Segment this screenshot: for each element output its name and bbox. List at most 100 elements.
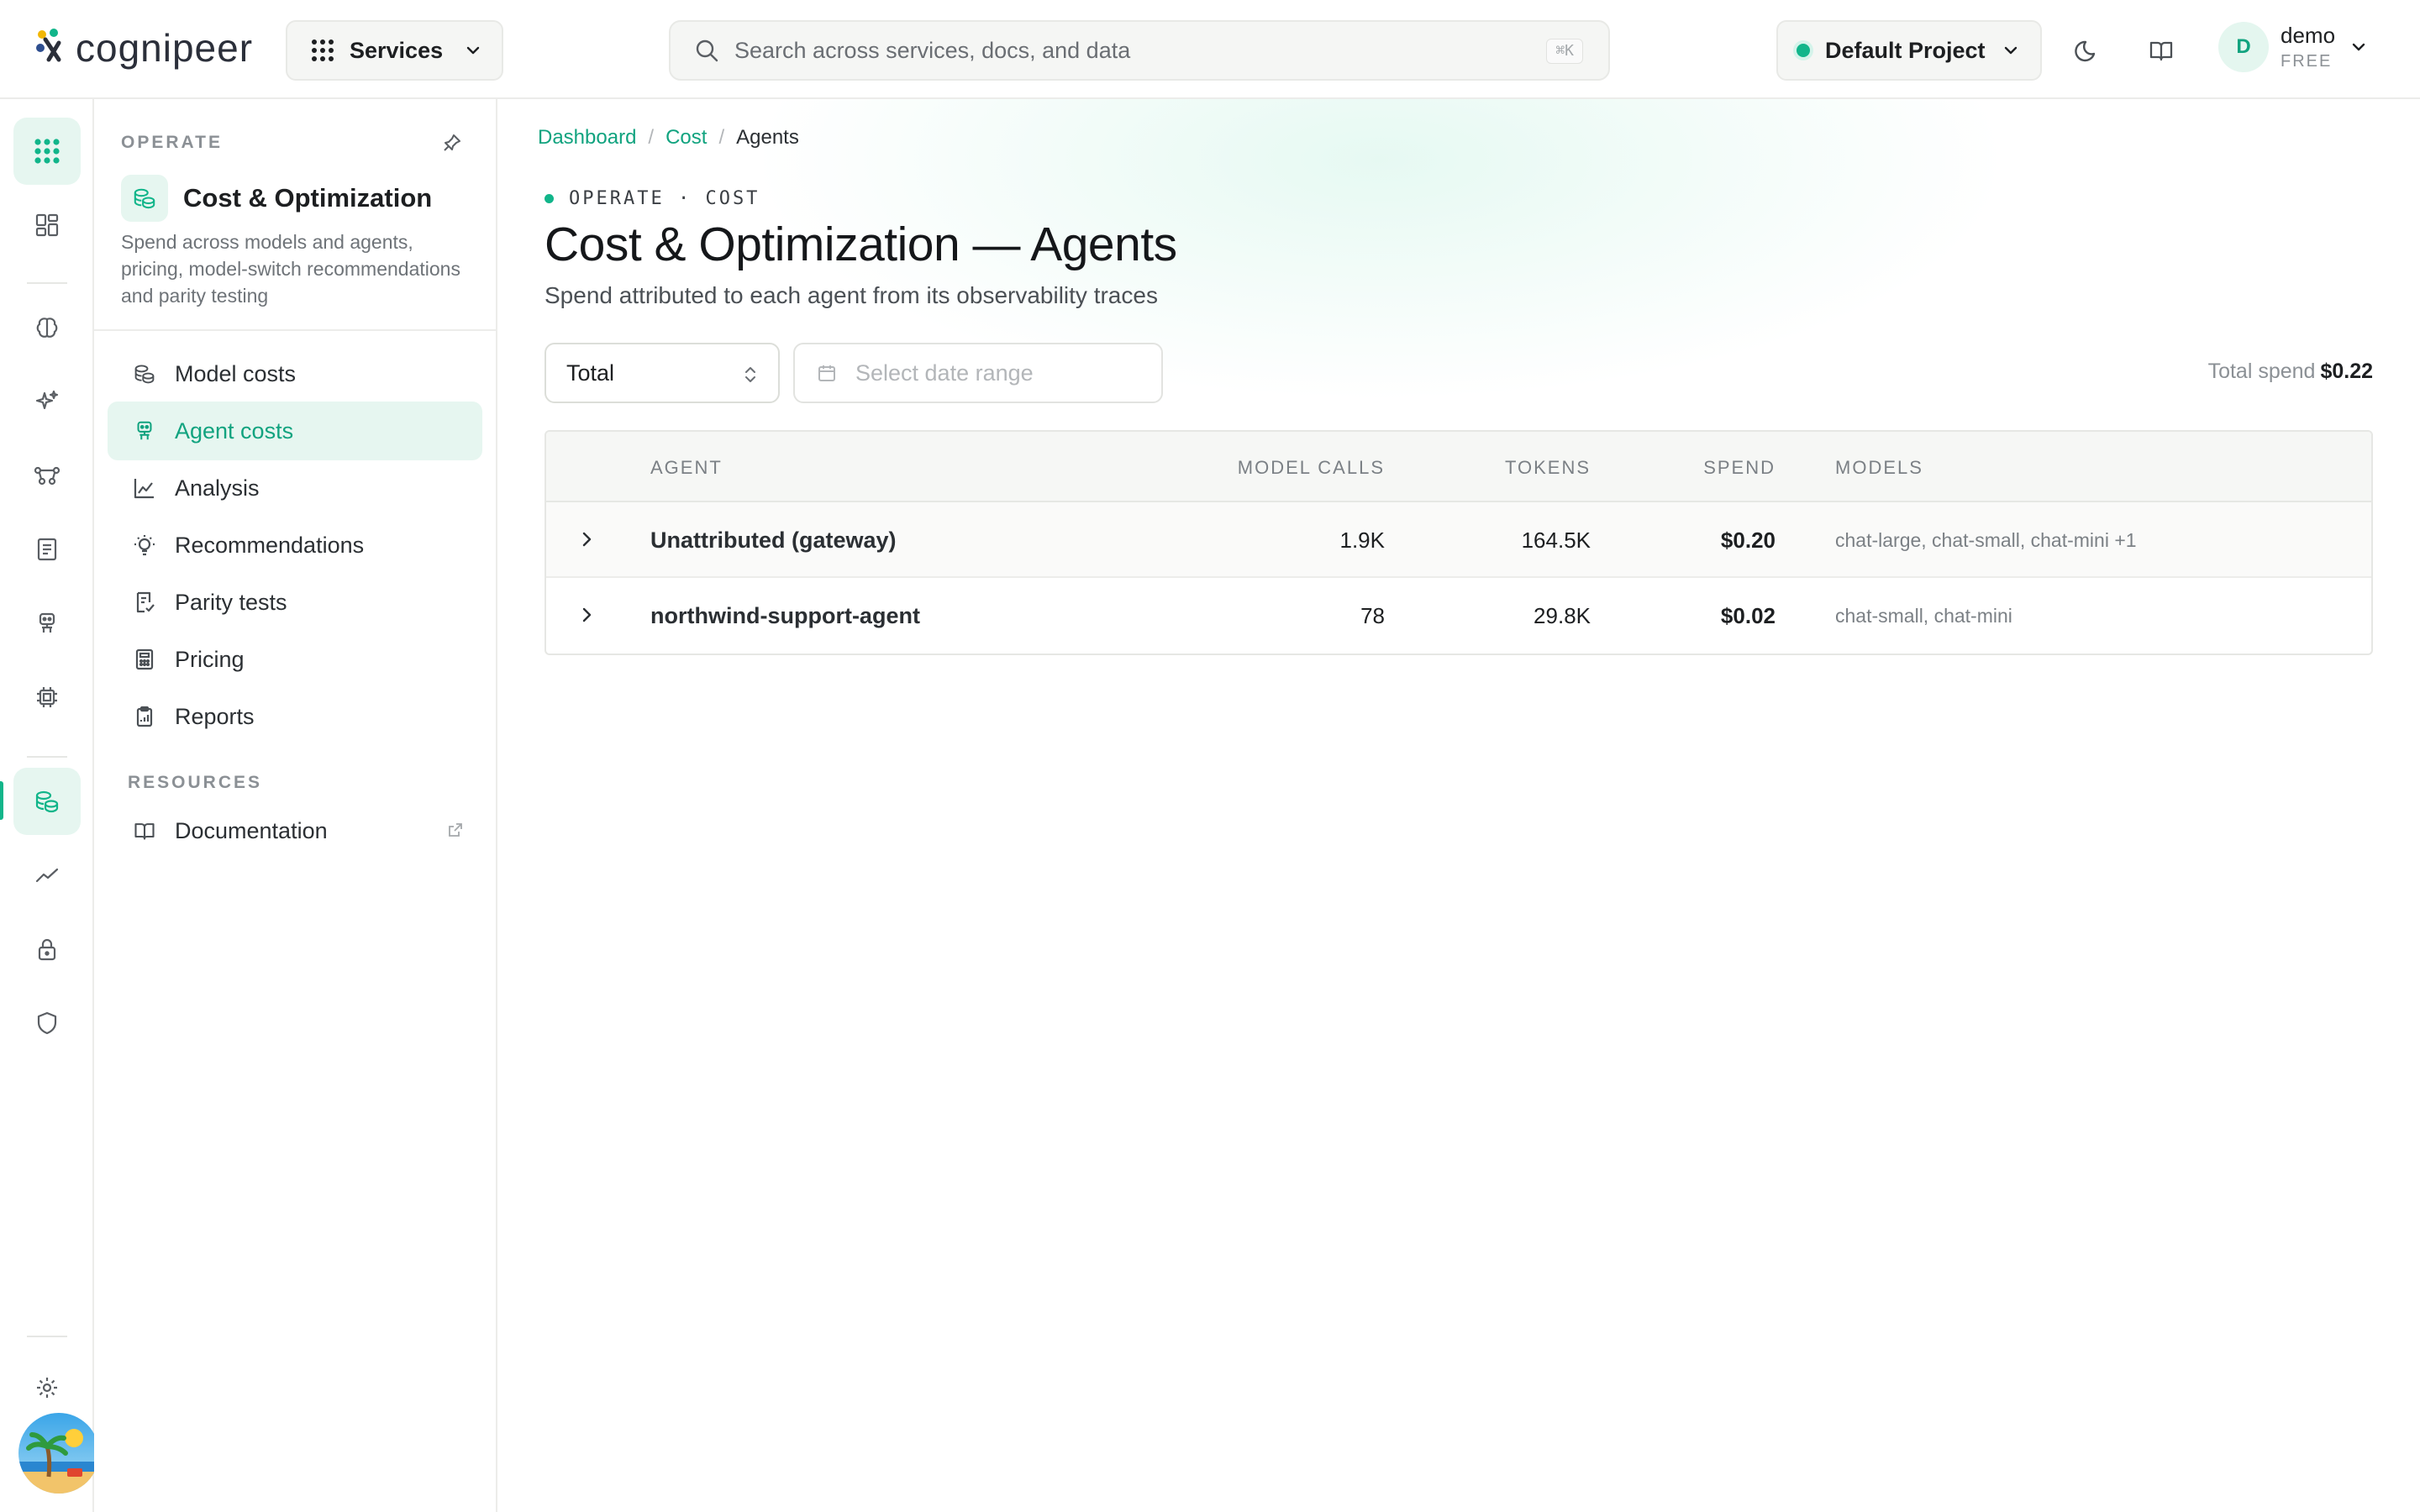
rail-apps[interactable] <box>13 118 81 185</box>
models: chat-small, chat-mini <box>1835 605 2012 627</box>
dashboard-icon <box>35 213 59 237</box>
avatar: D <box>2218 22 2269 72</box>
models: chat-large, chat-small, chat-mini +1 <box>1835 529 2137 551</box>
table-row[interactable]: Unattributed (gateway) 1.9K 164.5K $0.20… <box>546 502 2371 578</box>
table-row[interactable]: northwind-support-agent 78 29.8K $0.02 c… <box>546 578 2371 654</box>
main-content: Dashboard / Cost / Agents OPERATE · COST… <box>497 99 2420 1512</box>
user-menu[interactable]: D demo FREE <box>2218 22 2367 72</box>
docs-button[interactable] <box>2141 30 2181 71</box>
sidebar-item-documentation[interactable]: Documentation <box>108 801 482 860</box>
global-search[interactable]: ⌘K <box>669 20 1610 81</box>
sidebar-item-reports[interactable]: Reports <box>108 687 482 746</box>
total-spend-value: $0.22 <box>2320 360 2373 383</box>
eyebrow-dot <box>544 194 554 203</box>
module-description: Spend across models and agents, pricing,… <box>121 231 460 307</box>
rail-flows[interactable] <box>13 442 81 509</box>
pin-icon <box>444 134 460 151</box>
section-label: OPERATE <box>121 133 223 152</box>
breadcrumb-dashboard[interactable]: Dashboard <box>538 126 636 150</box>
project-selector[interactable]: Default Project <box>1776 20 2042 81</box>
chart-line-icon <box>35 868 59 883</box>
rail-observability[interactable] <box>13 842 81 909</box>
user-name: demo <box>2281 23 2336 48</box>
column-tokens[interactable]: TOKENS <box>1505 457 1591 479</box>
flow-icon <box>34 466 60 486</box>
grid-icon <box>34 139 60 164</box>
project-status-dot <box>1797 44 1810 57</box>
agent-icon <box>137 421 152 440</box>
calendar-icon <box>818 365 835 381</box>
rail-compute[interactable] <box>13 664 81 731</box>
section-sidebar: OPERATE Cost & Optimization Spend across… <box>94 99 497 1512</box>
rail-models[interactable] <box>13 294 81 361</box>
agent-icon <box>39 612 55 633</box>
sidebar-item-analysis[interactable]: Analysis <box>108 459 482 517</box>
column-model-calls[interactable]: MODEL CALLS <box>1238 457 1385 479</box>
breadcrumb-separator: / <box>718 126 725 149</box>
sidebar-item-label: Reports <box>175 703 255 729</box>
column-models[interactable]: MODELS <box>1835 457 1923 479</box>
module-header: Cost & Optimization <box>121 175 432 222</box>
book-icon <box>134 823 155 840</box>
rail-divider <box>27 282 67 284</box>
sidebar-item-label: Pricing <box>175 646 245 672</box>
coins-icon <box>35 790 59 813</box>
shield-icon <box>37 1011 57 1035</box>
sidebar-item-recommendations[interactable]: Recommendations <box>108 516 482 575</box>
sparkles-icon <box>35 390 59 410</box>
sidebar-item-model-costs[interactable]: Model costs <box>108 344 482 403</box>
chip-icon <box>37 687 57 707</box>
services-button[interactable]: Services <box>286 20 503 81</box>
checklist-icon <box>136 591 155 613</box>
rail-ai[interactable] <box>13 368 81 435</box>
rail-cost[interactable] <box>13 768 81 835</box>
column-agent[interactable]: AGENT <box>650 457 723 479</box>
breadcrumb-cost[interactable]: Cost <box>666 126 707 150</box>
model-calls: 1.9K <box>1339 528 1386 553</box>
search-input[interactable] <box>734 37 1491 64</box>
sidebar-item-pricing[interactable]: Pricing <box>108 630 482 689</box>
rail-security[interactable] <box>13 916 81 983</box>
pin-sidebar-button[interactable] <box>442 133 462 153</box>
rail-settings[interactable] <box>13 1354 81 1421</box>
theme-toggle-button[interactable] <box>2067 30 2107 71</box>
top-header: cognipeer Services ⌘K Default Project D … <box>0 0 2420 99</box>
document-icon <box>37 538 57 561</box>
total-spend-label: Total spend <box>2207 360 2316 383</box>
total-spend: Total spend $0.22 <box>2208 360 2373 384</box>
lock-icon <box>38 938 56 961</box>
rail-dashboard[interactable] <box>13 192 81 259</box>
column-spend[interactable]: SPEND <box>1703 457 1776 479</box>
spend: $0.02 <box>1720 603 1776 628</box>
apps-grid-icon <box>312 39 334 61</box>
chevron-up-down-icon <box>745 367 755 382</box>
sidebar-divider <box>94 329 496 331</box>
chevron-right-icon[interactable] <box>576 529 597 549</box>
chevron-right-icon[interactable] <box>576 605 597 625</box>
user-plan: FREE <box>2281 52 2333 71</box>
tokens: 29.8K <box>1534 603 1591 628</box>
module-title: Cost & Optimization <box>183 183 433 213</box>
date-range-picker[interactable]: Select date range <box>793 343 1163 403</box>
rail-documents[interactable] <box>13 516 81 583</box>
breadcrumb-separator: / <box>648 126 655 149</box>
rail-guardrails[interactable] <box>13 990 81 1057</box>
rail-divider <box>27 1336 67 1337</box>
chevron-down-icon <box>466 46 480 55</box>
lightbulb-icon <box>134 535 155 556</box>
services-label: Services <box>350 37 444 63</box>
external-link-icon <box>449 823 462 837</box>
search-shortcut: ⌘K <box>1546 39 1583 64</box>
period-select-value: Total <box>566 360 615 386</box>
workspace-avatar[interactable] <box>18 1413 99 1494</box>
beach-icon <box>18 1413 99 1494</box>
logo[interactable]: cognipeer <box>34 25 253 71</box>
sidebar-item-parity-tests[interactable]: Parity tests <box>108 573 482 632</box>
model-calls: 78 <box>1360 603 1385 628</box>
period-select[interactable]: Total <box>544 343 780 403</box>
rail-agents[interactable] <box>13 590 81 657</box>
sidebar-item-agent-costs[interactable]: Agent costs <box>108 402 482 460</box>
date-range-placeholder: Select date range <box>855 360 1034 386</box>
coins-icon <box>134 188 155 209</box>
sidebar-item-label: Parity tests <box>175 589 287 615</box>
